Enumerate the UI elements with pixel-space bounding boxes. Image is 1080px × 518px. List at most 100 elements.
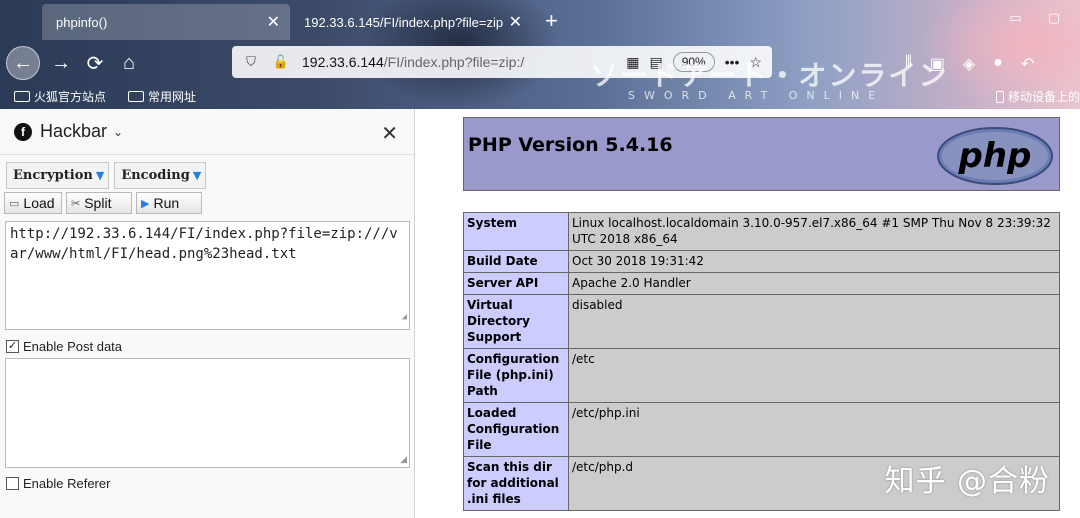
- run-button[interactable]: ▶ Run: [136, 192, 202, 214]
- table-row: Virtual Directory Support disabled: [463, 294, 1060, 349]
- hackbar-actions: ▭ Load ✂ Split ▶ Run: [4, 192, 202, 214]
- row-key: Configuration File (php.ini) Path: [463, 348, 569, 403]
- tab-close-icon[interactable]: ✕: [509, 12, 522, 32]
- split-button[interactable]: ✂ Split: [66, 192, 132, 214]
- tab-label: phpinfo(): [56, 14, 108, 30]
- bookmark-label: 火狐官方站点: [34, 90, 107, 104]
- hackbar-title[interactable]: Hackbar: [40, 121, 107, 142]
- dropdown-arrow-icon: ▼: [95, 169, 105, 182]
- arrow-left-icon: ←: [13, 51, 33, 74]
- folder-icon: [14, 91, 30, 102]
- row-key: Build Date: [463, 250, 569, 273]
- bookmark-folder-mobile[interactable]: 移动设备上的: [995, 88, 1080, 105]
- resize-grip-icon[interactable]: ◢: [400, 454, 407, 465]
- row-value: Apache 2.0 Handler: [568, 272, 1060, 295]
- reload-button[interactable]: ⟳: [78, 46, 112, 80]
- php-version-title: PHP Version 5.4.16: [468, 134, 673, 156]
- enable-post-toggle[interactable]: ✓ Enable Post data: [6, 339, 122, 354]
- tab-close-icon[interactable]: ✕: [267, 12, 280, 32]
- folder-icon: [128, 91, 144, 102]
- library-icon[interactable]: ⫴: [905, 54, 912, 74]
- tab-index-php[interactable]: 192.33.6.145/FI/index.php?file=zip ✕: [292, 4, 532, 40]
- reload-icon: ⟳: [86, 52, 104, 75]
- load-icon: ▭: [9, 197, 20, 210]
- row-key: System: [463, 212, 569, 251]
- chevron-down-icon[interactable]: ⌄: [113, 125, 123, 139]
- watermark: 知乎 @合粉: [884, 464, 1050, 499]
- enable-referer-label: Enable Referer: [23, 476, 111, 491]
- url-textarea[interactable]: http://192.33.6.144/FI/index.php?file=zi…: [5, 221, 410, 330]
- bookmarks-bar: 火狐官方站点 常用网址 移动设备上的: [0, 86, 1080, 108]
- hackbar-panel: f Hackbar ⌄ ✕ Encryption ▼ Encoding ▼ ▭ …: [0, 109, 415, 518]
- php-logo-icon: php: [937, 127, 1053, 185]
- tab-label: 192.33.6.145/FI/index.php?file=zip: [304, 14, 504, 30]
- encryption-menu[interactable]: Encryption ▼: [6, 162, 110, 189]
- row-value: /etc/php.ini: [568, 402, 1060, 457]
- maximize-icon[interactable]: ▢: [1048, 10, 1060, 26]
- enable-post-label: Enable Post data: [23, 339, 123, 354]
- forward-button[interactable]: →: [44, 46, 78, 80]
- split-label: Split: [84, 195, 112, 211]
- url-host: 192.33.6.144: [302, 54, 384, 70]
- mobile-device-icon: [995, 90, 1004, 103]
- arrow-right-icon: →: [51, 51, 71, 74]
- checkbox-unchecked-icon[interactable]: [6, 477, 19, 490]
- browser-chrome: phpinfo() ✕ 192.33.6.145/FI/index.php?fi…: [0, 0, 1080, 109]
- split-icon: ✂: [71, 197, 81, 210]
- menu-label: Encryption: [13, 168, 93, 183]
- url-text[interactable]: 192.33.6.144/FI/index.php?file=zip:/: [302, 54, 552, 70]
- table-row: Server API Apache 2.0 Handler: [463, 272, 1060, 295]
- sidebar-icon[interactable]: ▣: [930, 54, 945, 74]
- dropdown-arrow-icon: ▼: [192, 169, 202, 182]
- home-button[interactable]: ⌂: [112, 46, 146, 80]
- hackbar-logo-icon: f: [14, 122, 32, 141]
- encoding-menu[interactable]: Encoding ▼: [114, 162, 207, 189]
- window-controls: ▭ ▢: [1009, 10, 1060, 26]
- table-row: System Linux localhost.localdomain 3.10.0…: [463, 212, 1060, 251]
- row-value: /etc: [568, 348, 1060, 403]
- tab-bar: phpinfo() ✕ 192.33.6.145/FI/index.php?fi…: [0, 0, 1080, 42]
- menu-label: Encoding: [121, 168, 190, 183]
- hackbar-menu-row: Encryption ▼ Encoding ▼: [6, 162, 207, 189]
- row-key: Scan this dir for additional .ini files: [463, 456, 569, 511]
- php-version-header: PHP Version 5.4.16 php: [463, 117, 1060, 191]
- load-label: Load: [23, 195, 55, 211]
- load-button[interactable]: ▭ Load: [4, 192, 62, 214]
- bookmark-label: 常用网址: [148, 90, 197, 104]
- run-icon: ▶: [141, 197, 150, 210]
- page-content: PHP Version 5.4.16 php System Linux local…: [416, 109, 1080, 518]
- extension-icon[interactable]: ◈: [963, 54, 975, 74]
- run-label: Run: [153, 195, 180, 211]
- bookmark-folder-official[interactable]: 火狐官方站点: [14, 88, 106, 105]
- enable-referer-toggle[interactable]: Enable Referer: [6, 476, 110, 491]
- row-value: disabled: [568, 294, 1060, 349]
- post-data-textarea[interactable]: ◢: [5, 358, 410, 468]
- row-key: Loaded Configuration File: [463, 402, 569, 457]
- home-icon: ⌂: [122, 51, 136, 74]
- shield-icon[interactable]: ⛉: [240, 54, 262, 70]
- table-row: Configuration File (php.ini) Path/etc: [463, 348, 1060, 403]
- bookmark-folder-common[interactable]: 常用网址: [128, 88, 196, 105]
- tab-phpinfo[interactable]: phpinfo() ✕: [42, 4, 290, 40]
- row-value: Linux localhost.localdomain 3.10.0-957.e…: [568, 212, 1060, 251]
- close-icon[interactable]: ✕: [381, 121, 398, 146]
- back-button[interactable]: ←: [6, 46, 40, 80]
- url-path: /FI/index.php?file=zip:/: [383, 54, 525, 70]
- php-logo-text: php: [958, 136, 1032, 176]
- hackbar-header: f Hackbar ⌄ ✕: [0, 109, 414, 155]
- insecure-lock-icon[interactable]: 🔓: [270, 54, 292, 70]
- nav-bar: ← → ⟳ ⌂ ⛉ 🔓 192.33.6.144/FI/index.php?fi…: [0, 42, 1080, 102]
- url-textarea-value: http://192.33.6.144/FI/index.php?file=zi…: [10, 226, 398, 262]
- resize-grip-icon[interactable]: ◢: [402, 307, 407, 327]
- toolbar-icons: ⫴ ▣ ◈ ● ↶: [905, 54, 1034, 74]
- minimize-icon[interactable]: ▭: [1009, 10, 1021, 26]
- checkbox-checked-icon[interactable]: ✓: [6, 340, 19, 353]
- row-value: Oct 30 2018 19:31:42: [568, 250, 1060, 273]
- undo-icon[interactable]: ↶: [1021, 54, 1034, 74]
- account-icon[interactable]: ●: [993, 54, 1003, 74]
- table-row: Loaded Configuration File/etc/php.ini: [463, 402, 1060, 457]
- bookmark-label: 移动设备上的: [1007, 90, 1080, 104]
- row-key: Virtual Directory Support: [463, 294, 569, 349]
- table-row: Build Date Oct 30 2018 19:31:42: [463, 250, 1060, 273]
- new-tab-button[interactable]: +: [545, 8, 558, 34]
